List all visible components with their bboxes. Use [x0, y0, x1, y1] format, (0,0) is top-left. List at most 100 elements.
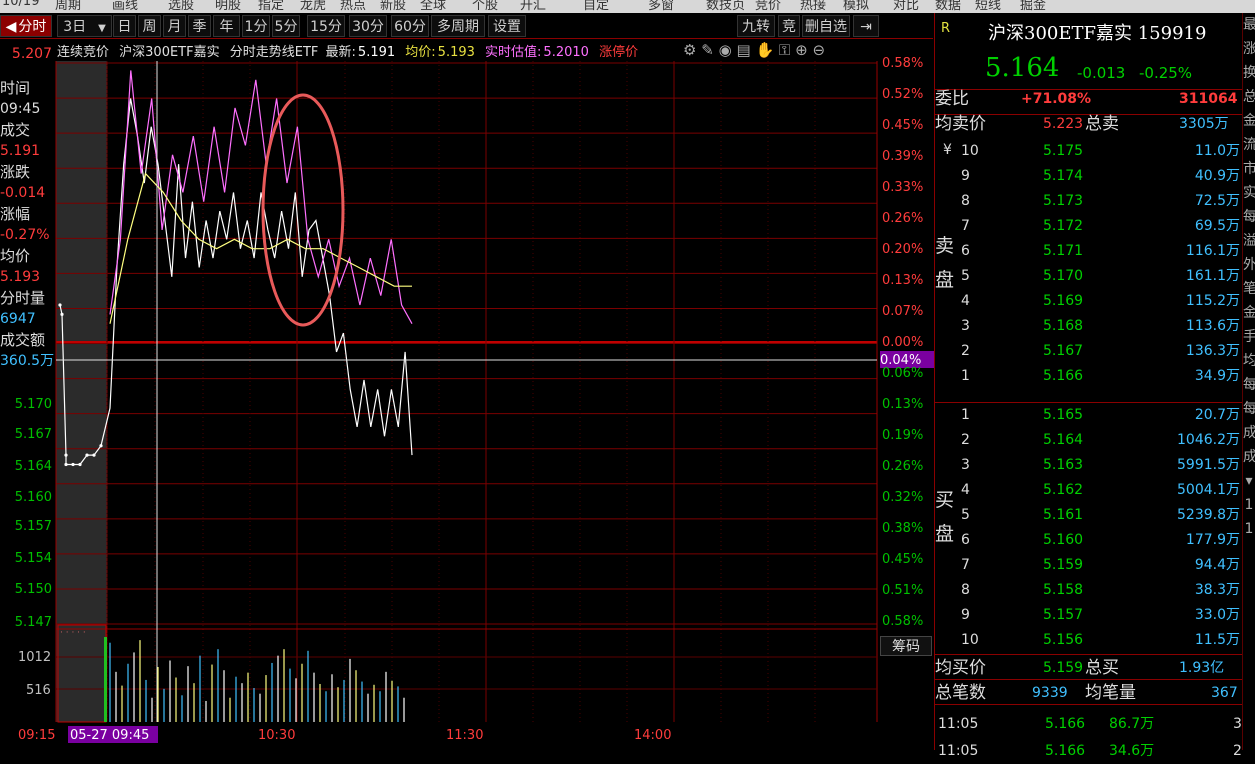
tab-7[interactable]: 1分: [242, 15, 270, 37]
chip-button[interactable]: 筹码: [880, 636, 932, 656]
menu-item[interactable]: 数据: [935, 0, 961, 13]
ask-price: 5.172: [1043, 218, 1084, 234]
bid-volume: 177.9万: [1185, 532, 1240, 548]
ask-row: 6 5.171 116.1万: [935, 239, 1245, 264]
menu-item[interactable]: 竞价: [755, 0, 781, 13]
tab-4[interactable]: 月: [163, 15, 186, 37]
tab-label: 3日: [63, 19, 87, 35]
weibi-value: +71.08%: [1021, 91, 1092, 107]
bid-row: 7 5.159 94.4万: [935, 553, 1245, 578]
bid-volume: 11.5万: [1194, 632, 1240, 648]
tab-5[interactable]: 季: [188, 15, 211, 37]
tab-8[interactable]: 5分: [272, 15, 300, 37]
volume-label: 成交: [0, 121, 31, 139]
tab-11[interactable]: 60分: [391, 15, 429, 37]
collapse-icon[interactable]: ⇥: [853, 15, 879, 37]
ask-price: 5.169: [1043, 293, 1084, 309]
tab-12[interactable]: 多周期: [431, 15, 485, 37]
volume-value: 5.191: [0, 143, 41, 159]
bid-volume: 1046.2万: [1177, 432, 1240, 448]
ask-row: 5 5.170 161.1万: [935, 264, 1245, 289]
x-label-1400: 14:00: [634, 728, 671, 743]
menu-item[interactable]: 短线: [975, 0, 1001, 13]
tab-1[interactable]: 3日 ▼: [57, 15, 112, 37]
menu-item[interactable]: 掘金: [1020, 0, 1046, 13]
tab-13[interactable]: 设置: [488, 15, 526, 37]
tab-0[interactable]: ◀ 分时: [0, 15, 52, 37]
auction-point: [64, 453, 68, 457]
avg-buy-row: 均买价 5.159 总买 1.93亿: [935, 656, 1245, 681]
bid-volume: 5239.8万: [1177, 507, 1240, 523]
menu-item[interactable]: 数技页: [706, 0, 745, 13]
ask-level: 9: [961, 168, 970, 184]
vol-axis-516: 516: [26, 683, 51, 698]
date-text: 10/19: [2, 0, 40, 9]
ask-row: 2 5.167 136.3万: [935, 339, 1245, 364]
menu-item[interactable]: 龙虎: [300, 0, 326, 13]
amount-label: 成交额: [0, 331, 46, 349]
ask-price: 5.166: [1043, 368, 1084, 384]
menu-item[interactable]: 画线: [112, 0, 138, 13]
tab-10[interactable]: 30分: [349, 15, 387, 37]
ask-volume: 69.5万: [1194, 218, 1240, 234]
auction-point: [92, 453, 96, 457]
tab-3[interactable]: 周: [138, 15, 161, 37]
menu-item[interactable]: 多窗: [648, 0, 674, 13]
menu-item[interactable]: 热接: [800, 0, 826, 13]
bid-volume: 94.4万: [1194, 557, 1240, 573]
x-label-1130: 11:30: [446, 728, 483, 743]
toolbar-right-2[interactable]: 删自选: [802, 15, 850, 37]
tick-price: 5.166: [1045, 716, 1086, 732]
ask-volume: 40.9万: [1194, 168, 1240, 184]
tab-label: 分时: [18, 19, 47, 35]
intraday-chart[interactable]: · · · · · 09:15 05-27 09:45 10:30 11:30 14:00…: [0, 39, 934, 750]
side-label: 成: [1243, 421, 1255, 445]
menu-item[interactable]: 全球: [420, 0, 446, 13]
bid-level: 1: [961, 407, 970, 423]
tab-9[interactable]: 15分: [307, 15, 345, 37]
tab-2[interactable]: 日: [113, 15, 136, 37]
toolbar-right-0[interactable]: 九转: [737, 15, 775, 37]
ask-volume: 161.1万: [1185, 268, 1240, 284]
menu-item[interactable]: 自定: [583, 0, 609, 13]
left-axis-tick: 5.147: [14, 615, 52, 630]
x-label-1030: 10:30: [258, 728, 295, 743]
menu-item[interactable]: 对比: [893, 0, 919, 13]
left-axis-tick: 5.160: [14, 490, 52, 505]
amount-value: 360.5万: [0, 353, 54, 369]
side-label: 金: [1243, 109, 1255, 133]
ask-level: 5: [961, 268, 970, 284]
bid-level: 8: [961, 582, 970, 598]
menu-item[interactable]: 新股: [380, 0, 406, 13]
period-toolbar: ◀ 分时 3日 ▼ 日周月季年 1分 5分 15分 30分 60分 多周期 设置 九转竞删自选 ⇥: [0, 13, 933, 39]
menu-item[interactable]: 选股: [168, 0, 194, 13]
ask-row: 10 5.175 11.0万: [935, 139, 1245, 164]
quote-panel: R 沪深300ETF嘉实 159919 5.164 -0.013 -0.25% 委比 +71…: [934, 13, 1255, 759]
menu-item[interactable]: 周期: [55, 0, 81, 13]
side-label: 换: [1243, 61, 1255, 85]
tab-6[interactable]: 年: [213, 15, 240, 37]
left-axis-tick: 5.157: [14, 519, 52, 534]
change-value: -0.014: [0, 185, 46, 201]
tick-time: 11:05: [938, 716, 979, 732]
menu-item[interactable]: 模拟: [843, 0, 869, 13]
menu-item[interactable]: 明股: [215, 0, 241, 13]
side-label: 金: [1243, 301, 1255, 325]
series-line-0: [59, 98, 413, 466]
right-axis-tick-down: 0.58%: [882, 614, 924, 629]
bid-row: 3 5.163 5991.5万: [935, 453, 1245, 478]
ask-price: 5.174: [1043, 168, 1084, 184]
left-axis-tick: 5.154: [14, 551, 52, 566]
menu-item[interactable]: 开汇: [520, 0, 546, 13]
right-axis-tick-up: 0.20%: [882, 242, 924, 257]
tick-time: 11:05: [938, 743, 979, 759]
toolbar-right-1[interactable]: 竞: [778, 15, 800, 37]
menu-item[interactable]: 指定: [258, 0, 284, 13]
menu-item[interactable]: 热点: [340, 0, 366, 13]
menu-item[interactable]: 个股: [472, 0, 498, 13]
bid-row: 5 5.161 5239.8万: [935, 503, 1245, 528]
side-label: 均: [1243, 349, 1255, 373]
pct-value: -0.27%: [0, 227, 50, 243]
vol-axis-1012: 1012: [18, 650, 51, 665]
right-axis-tick-up: 0.07%: [882, 304, 924, 319]
